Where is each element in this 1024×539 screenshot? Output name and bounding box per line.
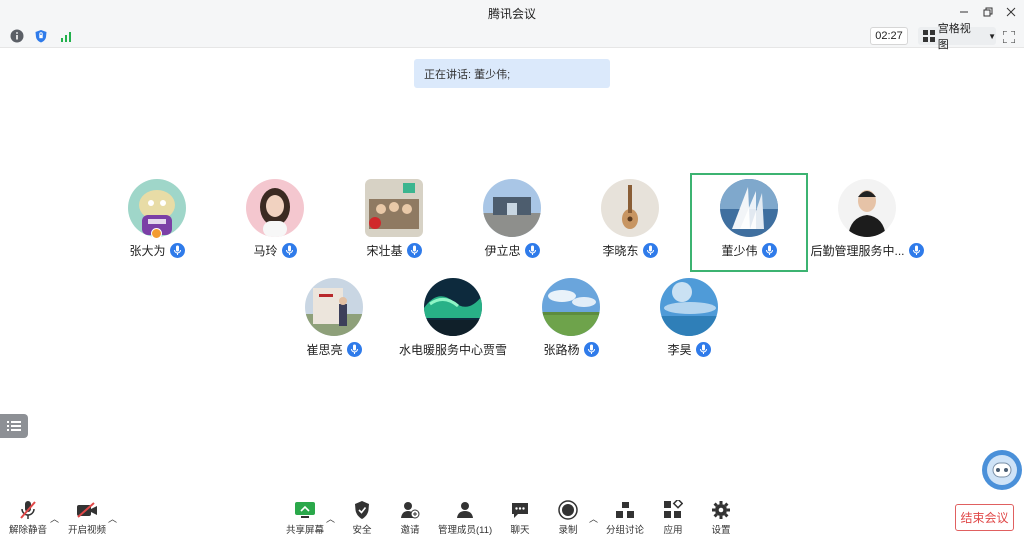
invite-button[interactable]: 邀请 bbox=[399, 500, 421, 536]
participant-name: 宋壮基 bbox=[366, 243, 403, 258]
avatar bbox=[838, 179, 896, 237]
participant-name: 伊立忠 bbox=[484, 243, 521, 258]
end-meeting-button[interactable]: 结束会议 bbox=[955, 504, 1014, 531]
add-user-icon bbox=[399, 500, 421, 520]
title-bar: 腾讯会议 bbox=[0, 0, 1024, 24]
start-video-button[interactable]: 开启视频 bbox=[68, 500, 106, 536]
bottom-toolbar: 解除静音 ︿ 开启视频 ︿ 共享屏幕 ︿ 安全 邀请 管理成员(11) 聊天 录… bbox=[0, 497, 1024, 539]
microphone-icon bbox=[524, 242, 540, 258]
gear-icon bbox=[710, 500, 732, 520]
signal-icon[interactable] bbox=[58, 28, 74, 44]
share-screen-icon bbox=[294, 500, 316, 520]
security-button[interactable]: 安全 bbox=[351, 500, 373, 536]
microphone-icon bbox=[642, 242, 658, 258]
participant-name: 张大为 bbox=[129, 243, 166, 258]
assistant-robot-icon[interactable] bbox=[982, 450, 1022, 490]
shield-icon bbox=[351, 500, 373, 520]
meeting-timer: 02:27 bbox=[870, 27, 908, 45]
microphone-icon bbox=[695, 341, 711, 357]
chat-icon bbox=[509, 500, 531, 520]
host-badge-icon bbox=[151, 228, 162, 239]
participant-tile[interactable]: 崔思亮 bbox=[275, 272, 393, 372]
shield-icon[interactable] bbox=[33, 28, 49, 44]
avatar bbox=[720, 179, 778, 237]
participant-tile[interactable]: 宋壮基 bbox=[335, 173, 453, 273]
grid-icon bbox=[923, 30, 935, 42]
avatar bbox=[660, 278, 718, 336]
window-title: 腾讯会议 bbox=[487, 7, 536, 21]
participant-name: 张路杨 bbox=[543, 342, 580, 357]
close-button[interactable] bbox=[1003, 4, 1019, 20]
chat-button[interactable]: 聊天 bbox=[509, 500, 531, 536]
microphone-icon bbox=[406, 242, 422, 258]
restore-button[interactable] bbox=[980, 4, 996, 20]
participant-tile[interactable]: 水电暖服务中心贾雪 bbox=[394, 272, 512, 372]
avatar bbox=[424, 278, 482, 336]
participant-name: 崔思亮 bbox=[306, 342, 343, 357]
avatar bbox=[601, 179, 659, 237]
manage-members-button[interactable]: 管理成员(11) bbox=[438, 500, 492, 536]
members-icon bbox=[454, 500, 476, 520]
chevron-up-icon[interactable]: ︿ bbox=[108, 512, 117, 525]
microphone-icon bbox=[583, 341, 599, 357]
breakout-rooms-button[interactable]: 分组讨论 bbox=[606, 500, 644, 536]
microphone-icon bbox=[281, 242, 297, 258]
participant-name: 李昊 bbox=[667, 342, 692, 357]
list-icon bbox=[7, 421, 21, 431]
member-list-toggle-button[interactable] bbox=[0, 414, 28, 438]
camera-off-icon bbox=[76, 500, 98, 520]
participant-tile[interactable]: 张路杨 bbox=[512, 272, 630, 372]
settings-button[interactable]: 设置 bbox=[710, 500, 732, 536]
chevron-up-icon[interactable]: ︿ bbox=[326, 512, 335, 525]
participant-name: 后勤管理服务中... bbox=[810, 243, 905, 258]
participant-tile-active[interactable]: 董少伟 bbox=[690, 173, 808, 273]
speaking-banner: 正在讲话: 董少伟; bbox=[414, 59, 610, 88]
apps-icon bbox=[662, 500, 684, 520]
avatar bbox=[305, 278, 363, 336]
participant-tile[interactable]: 马玲 bbox=[216, 173, 334, 273]
view-mode-button[interactable]: 宫格视图 ▼ bbox=[918, 23, 996, 51]
record-icon bbox=[557, 500, 579, 520]
microphone-icon bbox=[761, 242, 777, 258]
breakout-icon bbox=[614, 500, 636, 520]
participant-name: 董少伟 bbox=[721, 243, 758, 258]
participant-tile[interactable]: 伊立忠 bbox=[453, 173, 571, 273]
microphone-icon bbox=[908, 242, 924, 258]
participant-name: 马玲 bbox=[253, 243, 278, 258]
apps-button[interactable]: 应用 bbox=[662, 500, 684, 536]
participant-name: 李晓东 bbox=[602, 243, 639, 258]
avatar bbox=[483, 179, 541, 237]
participant-name: 水电暖服务中心贾雪 bbox=[398, 342, 507, 357]
avatar bbox=[246, 179, 304, 237]
participant-tile[interactable]: 张大为 bbox=[98, 173, 216, 273]
status-bar: 02:27 宫格视图 ▼ bbox=[0, 23, 1024, 51]
microphone-icon bbox=[169, 242, 185, 258]
microphone-icon bbox=[346, 341, 362, 357]
microphone-muted-icon bbox=[17, 500, 39, 520]
participant-tile[interactable]: 后勤管理服务中... bbox=[808, 173, 926, 273]
chevron-up-icon[interactable]: ︿ bbox=[589, 512, 598, 525]
chevron-down-icon: ▼ bbox=[988, 31, 996, 41]
minimize-button[interactable] bbox=[956, 4, 972, 20]
fullscreen-icon[interactable] bbox=[1002, 30, 1016, 44]
record-button[interactable]: 录制 bbox=[557, 500, 579, 536]
participant-tile[interactable]: 李昊 bbox=[630, 272, 748, 372]
info-icon[interactable] bbox=[9, 28, 25, 44]
avatar bbox=[365, 179, 423, 237]
unmute-button[interactable]: 解除静音 bbox=[9, 500, 47, 536]
participant-tile[interactable]: 李晓东 bbox=[571, 173, 689, 273]
chevron-up-icon[interactable]: ︿ bbox=[50, 512, 59, 525]
avatar bbox=[542, 278, 600, 336]
share-screen-button[interactable]: 共享屏幕 bbox=[286, 500, 324, 536]
view-mode-label: 宫格视图 bbox=[937, 23, 971, 51]
